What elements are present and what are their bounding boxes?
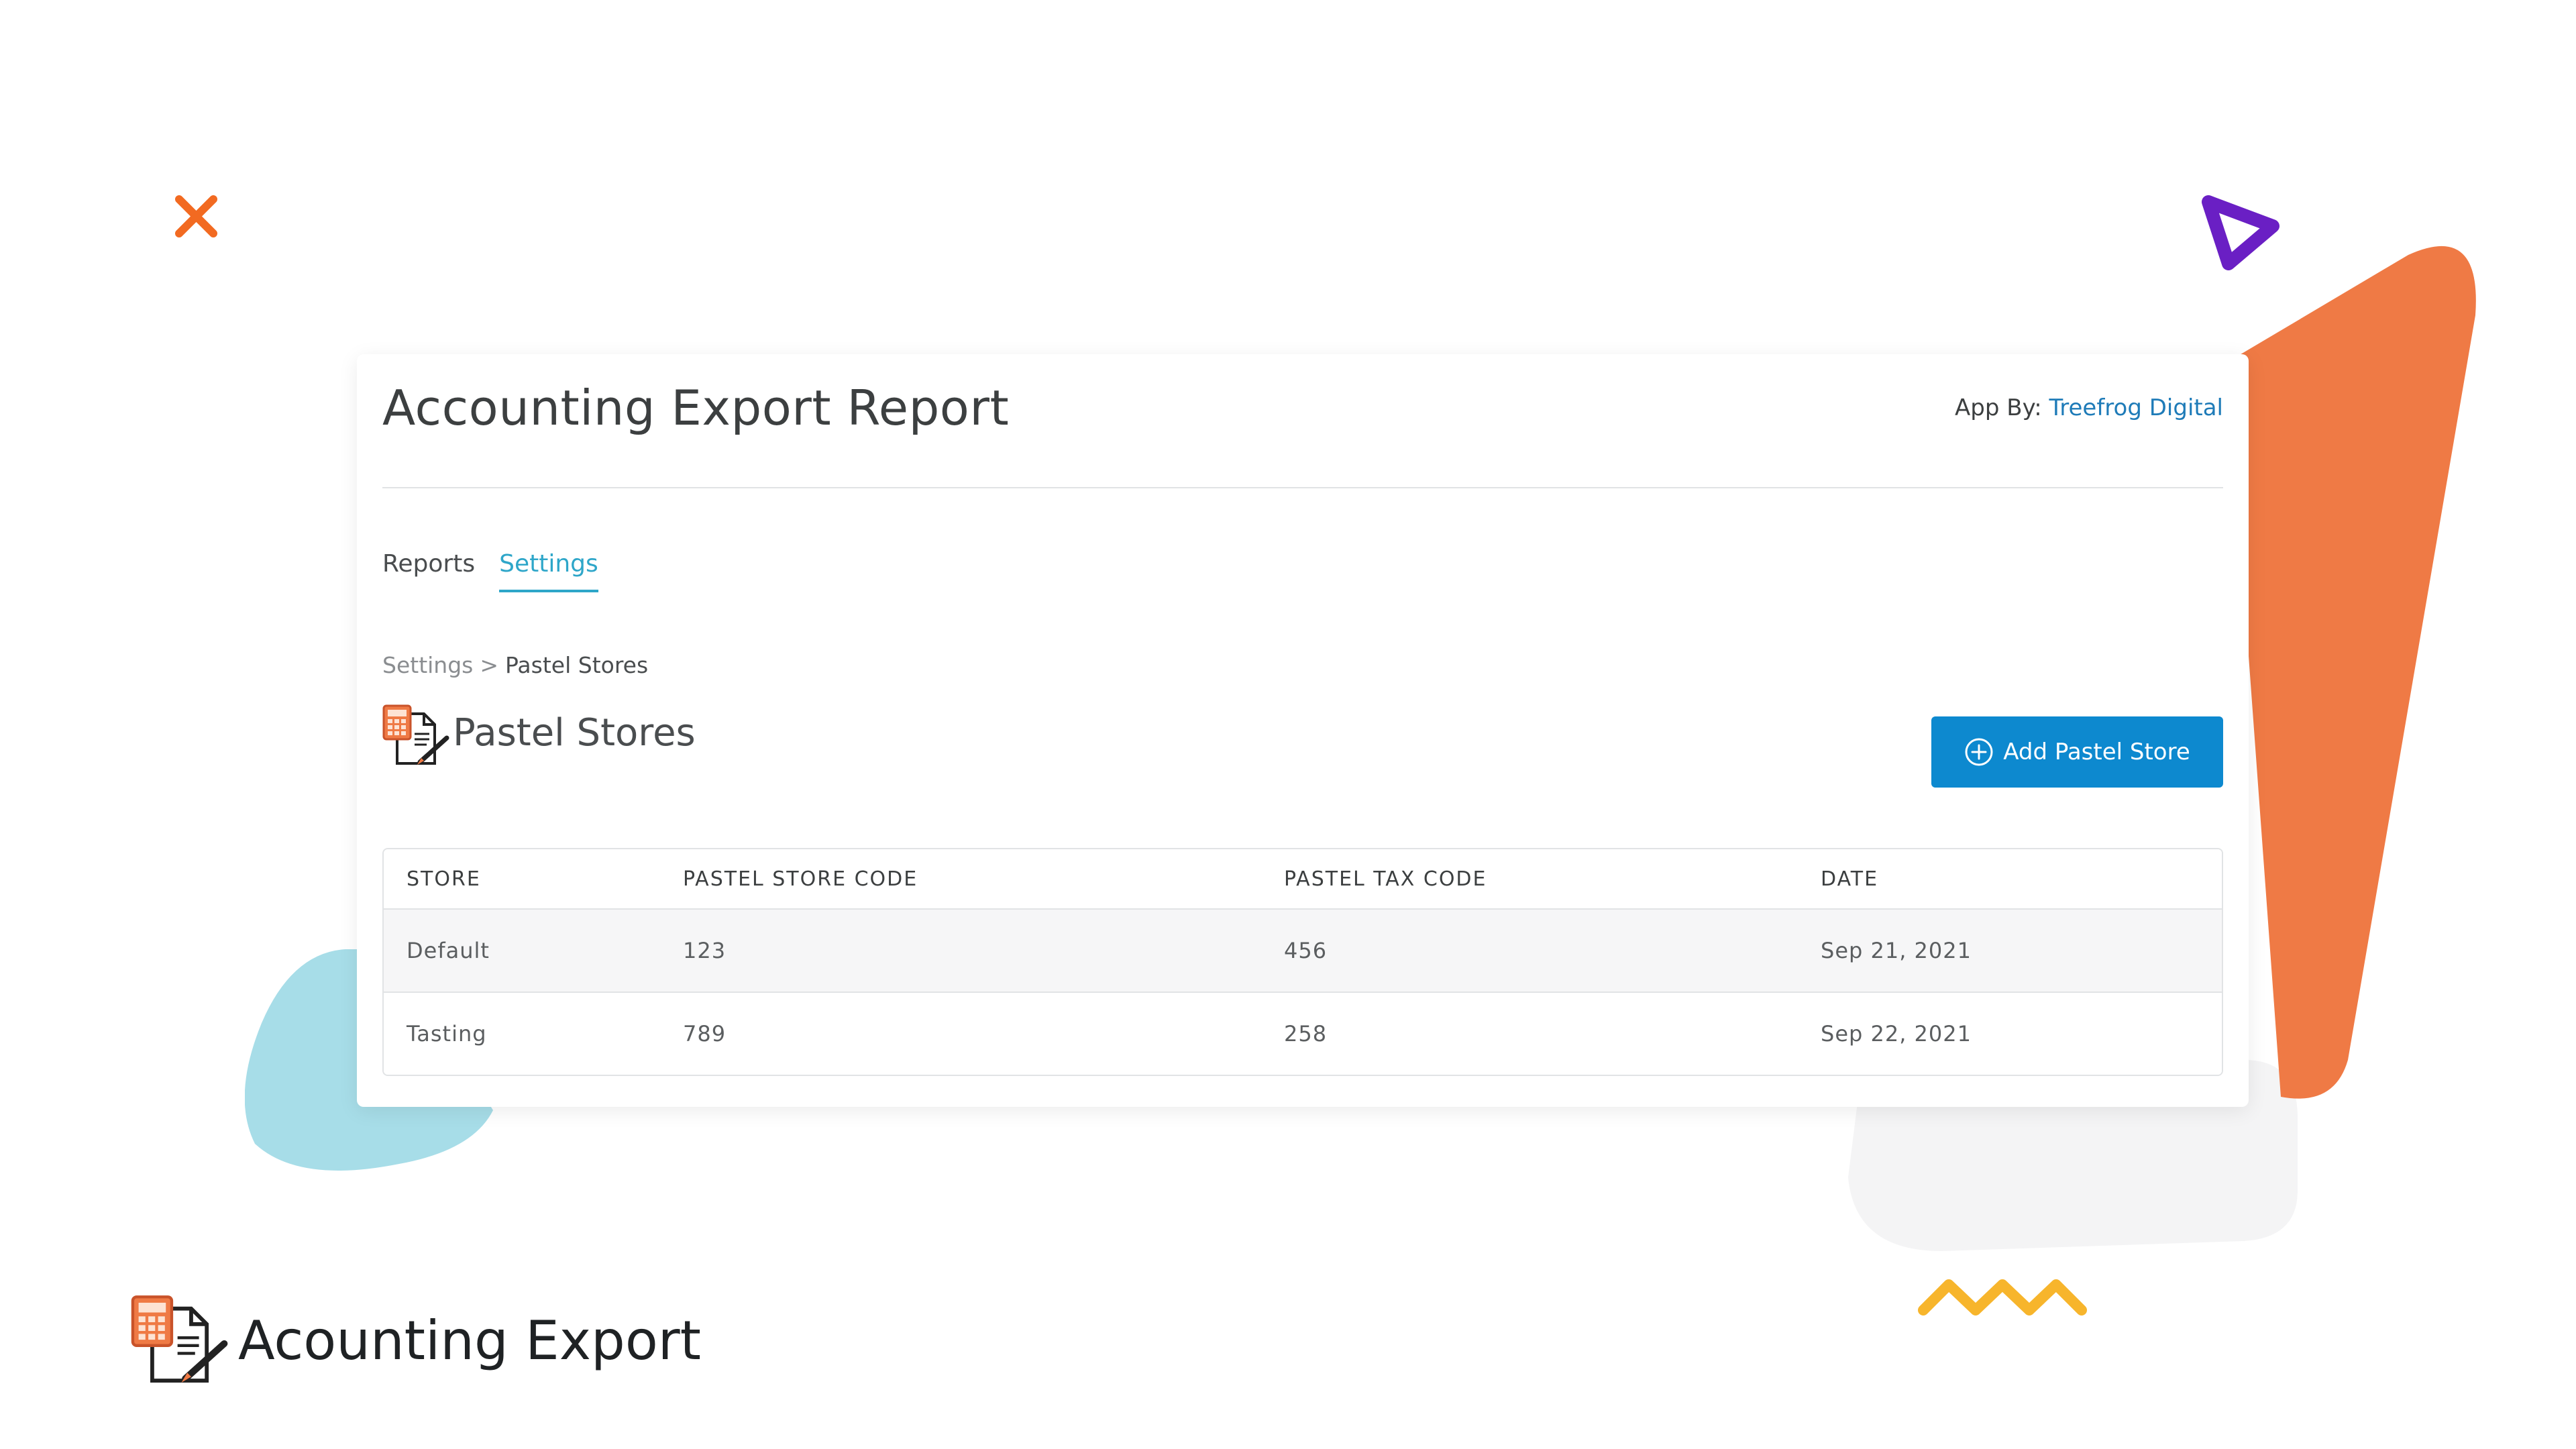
breadcrumb-current: Pastel Stores [505, 652, 649, 678]
column-header-pastel-tax-code: PASTEL TAX CODE [1261, 849, 1798, 910]
tab-reports[interactable]: Reports [382, 550, 475, 592]
cell-date: Sep 21, 2021 [1798, 909, 2222, 993]
table-row[interactable]: Default 123 456 Sep 21, 2021 [384, 909, 2222, 993]
header-divider [382, 487, 2223, 488]
orange-wedge-shape [2227, 246, 2476, 1099]
credit-prefix: App By: [1955, 394, 2042, 421]
cell-pastel-tax-code: 456 [1261, 909, 1798, 993]
report-card: Accounting Export Report App By: Treefro… [357, 354, 2249, 1107]
cell-pastel-store-code: 789 [660, 992, 1261, 1075]
cell-store: Tasting [384, 992, 660, 1075]
accounting-document-icon [131, 1295, 228, 1383]
x-mark-icon [175, 195, 217, 237]
app-credit: App By: Treefrog Digital [1955, 394, 2223, 421]
column-header-date: DATE [1798, 849, 2222, 910]
cell-store: Default [384, 909, 660, 993]
pastel-stores-table: STORE PASTEL STORE CODE PASTEL TAX CODE … [382, 848, 2223, 1076]
add-pastel-store-label: Add Pastel Store [2003, 739, 2190, 765]
breadcrumb: Settings > Pastel Stores [382, 652, 648, 678]
tab-settings[interactable]: Settings [499, 550, 598, 592]
zigzag-wave-icon [1918, 1279, 2087, 1316]
add-pastel-store-button[interactable]: Add Pastel Store [1931, 716, 2223, 788]
accounting-document-icon [382, 704, 449, 765]
treefrog-digital-link[interactable]: Treefrog Digital [2049, 394, 2224, 421]
table-row[interactable]: Tasting 789 258 Sep 22, 2021 [384, 992, 2222, 1075]
tab-bar: Reports Settings [382, 550, 623, 604]
triangle-play-icon [2202, 195, 2279, 270]
table-header-row: STORE PASTEL STORE CODE PASTEL TAX CODE … [384, 849, 2222, 910]
cell-pastel-store-code: 123 [660, 909, 1261, 993]
plus-circle-icon [1965, 738, 1993, 766]
page-title: Accounting Export Report [382, 380, 1010, 436]
brand-name: Acounting Export [238, 1309, 702, 1372]
cell-pastel-tax-code: 258 [1261, 992, 1798, 1075]
column-header-pastel-store-code: PASTEL STORE CODE [660, 849, 1261, 910]
cell-date: Sep 22, 2021 [1798, 992, 2222, 1075]
column-header-store: STORE [384, 849, 660, 910]
section-title: Pastel Stores [453, 711, 696, 755]
breadcrumb-separator: > [480, 652, 499, 678]
breadcrumb-settings-link[interactable]: Settings [382, 652, 473, 678]
